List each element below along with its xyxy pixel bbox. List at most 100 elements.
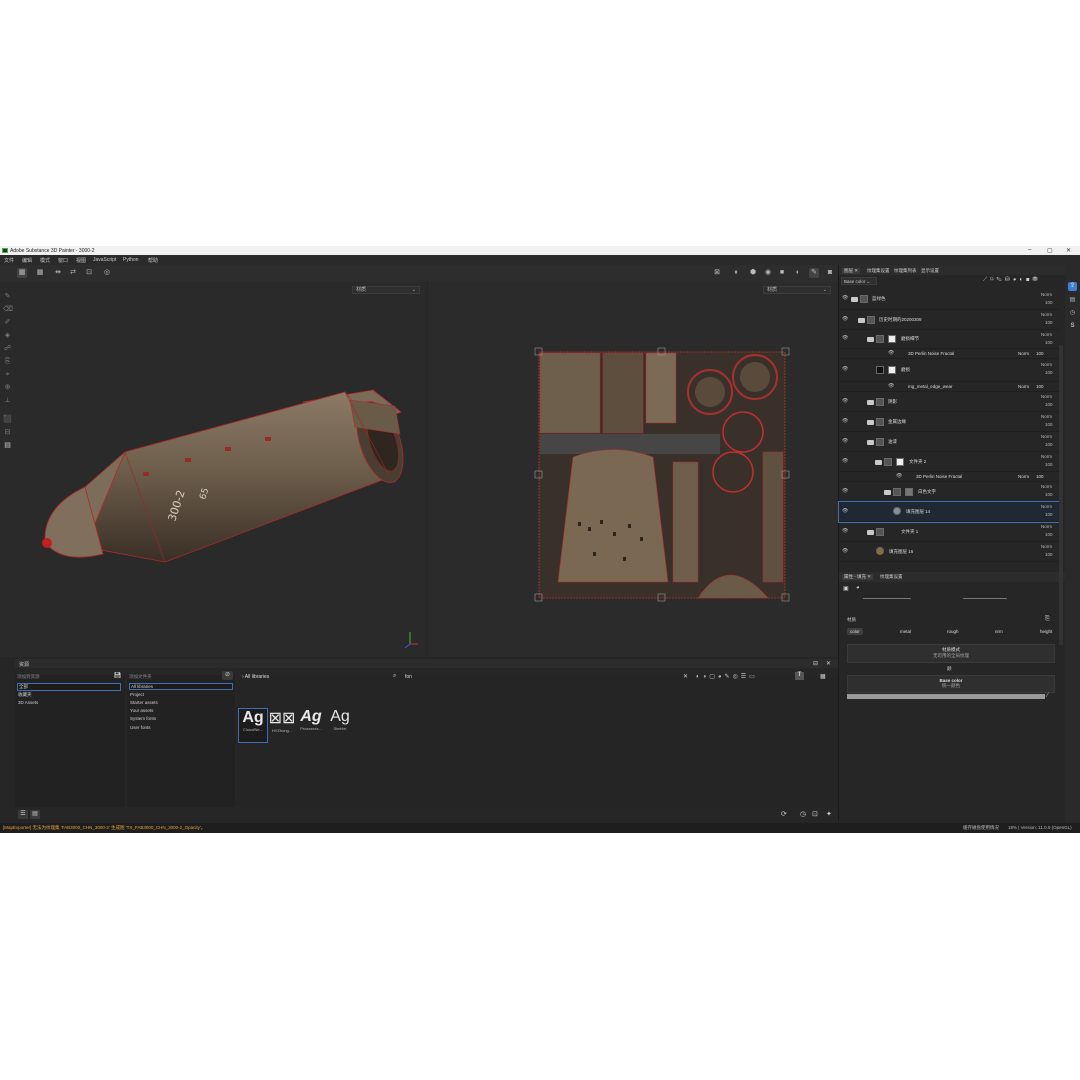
effect-row[interactable]: 👁︎ mg_metal_edge_wear Norm 100 [839,382,1059,392]
brush-icon[interactable]: ✎ [3,292,12,301]
layer-blend[interactable]: Norm [1041,454,1052,459]
viewport-2d-uv[interactable]: 材质 ⌄ [428,282,838,657]
material-picker-icon[interactable]: ⊕ [3,383,12,392]
library-item-user-fonts[interactable]: User fonts [130,725,151,730]
layer-opacity[interactable]: 100 [1045,370,1053,375]
substance-logo-icon[interactable]: S [1068,322,1077,331]
save-icon[interactable]: 💾︎ [114,672,122,679]
viewport-2d-mode-select[interactable]: 材质 ⌄ [763,286,831,294]
visibility-eye-icon[interactable]: 👁︎ [842,366,848,372]
settings-icon[interactable]: ✦ [826,810,832,818]
location-item-favorites[interactable]: 收藏夹 [18,692,32,698]
visibility-eye-icon[interactable]: 👁︎ [842,488,848,494]
library-item-project[interactable]: Project [130,692,144,697]
menu-help[interactable]: 帮助 [148,257,158,264]
close-panel-icon[interactable]: ✕ [826,660,831,667]
effect-opacity[interactable]: 100 [1036,351,1044,356]
tab-properties-texture-set[interactable]: 纹理集设置 [880,574,903,580]
frame-icon[interactable]: ⊡ [84,268,94,278]
base-color-button[interactable]: Base color 统一颜色 [847,675,1055,693]
search-input[interactable]: fon [405,674,412,680]
visibility-eye-icon[interactable]: 👁︎ [842,418,848,424]
layer-blend[interactable]: Norm [1041,434,1052,439]
history-clock-icon[interactable]: ◷ [1068,309,1077,318]
effect-opacity[interactable]: 100 [1036,384,1044,389]
material-sphere-icon[interactable]: ◕ [856,585,860,591]
clear-search-icon[interactable]: ✕ [683,673,688,680]
layer-row[interactable]: 👁︎ 磨损 Norm 100 [839,359,1059,382]
layer-opacity[interactable]: 100 [1045,512,1053,517]
font-tile-proxxx[interactable]: Ag Proxxxxxx... [297,708,325,741]
layer-opacity[interactable]: 100 [1045,552,1053,557]
menu-view[interactable]: 视图 [76,257,86,264]
channel-metal[interactable]: metal [897,628,914,635]
folder-view-icon[interactable]: ▤ [30,810,40,819]
swap-icon[interactable]: ⇄ [68,268,78,278]
layer-opacity[interactable]: 100 [1045,402,1053,407]
display-mode-icon[interactable]: ⊠ [712,268,722,278]
share-icon[interactable]: ⇪ [1068,282,1077,291]
library-item-all[interactable]: All libraries [129,683,233,690]
visibility-eye-icon[interactable]: 👁︎ [842,548,848,554]
layer-opacity[interactable]: 100 [1045,532,1053,537]
effect-blend[interactable]: Norm [1018,351,1029,356]
screenshot-icon[interactable]: ◙ [825,268,835,278]
clone-icon[interactable]: ⎘ [3,357,12,366]
minimize-button[interactable]: – [1028,247,1031,253]
layer-row[interactable]: 👁︎ 历史时期的20200309 Norm 100 [839,310,1059,330]
pause-icon[interactable]: ⏸ [731,268,741,278]
asset-type-filter-icons[interactable]: ◐◑▢◕✎◎☰▭ [696,673,758,680]
float-panel-icon[interactable]: ⊟ [813,660,818,667]
symmetry-icon[interactable]: ⇹ [53,268,63,278]
visibility-eye-icon[interactable]: 👁︎ [842,438,848,444]
visibility-eye-icon[interactable]: 👁︎ [842,335,848,341]
camera-reset-icon[interactable]: ◎ [102,268,112,278]
channel-select[interactable]: Base color ⌄ [841,277,877,285]
layer-row[interactable]: 👁︎ 阴影 Norm 100 [839,392,1059,412]
library-item-starter[interactable]: Starter assets [130,700,158,705]
grid-view-icon[interactable]: ▦ [820,673,826,680]
channel-height[interactable]: height [1037,628,1055,635]
base-color-swatch[interactable] [847,694,1045,699]
layer-blend[interactable]: Norm [1041,312,1052,317]
layer-row[interactable]: 👁︎ 磨损细节 Norm 100 [839,330,1059,349]
effect-row[interactable]: 👁︎ 3D Perlin Noise Fractal Norm 100 [839,349,1059,359]
layer-opacity[interactable]: 100 [1045,422,1053,427]
eraser-icon[interactable]: ⌫ [3,305,13,314]
layer-row[interactable]: 👁︎ 油漆 Norm 100 [839,432,1059,452]
bake-icon[interactable]: ⬢ [748,268,758,278]
visibility-eye-icon[interactable]: 👁︎ [842,316,848,322]
layer-row[interactable]: 👁︎ 文件夹 1 Norm 100 [839,522,1059,542]
layer-opacity[interactable]: 100 [1045,300,1053,305]
annotation-icon[interactable]: ⊟ [3,428,12,437]
layer-blend[interactable]: Norm [1041,414,1052,419]
layer-blend[interactable]: Norm [1041,524,1052,529]
menu-javascript[interactable]: JavaScript [93,257,116,263]
breadcrumb-all-libraries[interactable]: › All libraries [242,674,269,680]
geometry-fill-icon[interactable]: ◈ [3,331,12,340]
location-filter-placeholder[interactable]: 添加到资源 [17,674,40,680]
layer-blend[interactable]: Norm [1041,362,1052,367]
hide-icon[interactable]: ⊘ [222,671,233,680]
layout-grid-icon[interactable]: ▦ [17,268,27,278]
panel-scrollbar[interactable] [1059,345,1063,645]
effect-blend[interactable]: Norm [1018,474,1029,479]
tab-texture-set-settings[interactable]: 纹理集设置 [867,268,890,274]
layer-opacity[interactable]: 100 [1045,442,1053,447]
layer-blend[interactable]: Norm [1041,484,1052,489]
layer-row[interactable]: 👁︎ 蓝绿色 Norm 100 [839,289,1059,310]
tab-layers[interactable]: 图层 ✕ [842,268,861,274]
effect-blend[interactable]: Norm [1018,384,1029,389]
layer-blend[interactable]: Norm [1041,504,1052,509]
layer-blend[interactable]: Norm [1041,332,1052,337]
font-filter-icon[interactable]: T [795,672,804,680]
iray-icon[interactable]: ◉ [763,268,773,278]
layer-row[interactable]: 👁︎ 文件夹 2 Norm 100 [839,452,1059,472]
visibility-eye-icon[interactable]: 👁︎ [842,295,848,301]
smudge-icon[interactable]: ☍ [3,344,12,353]
font-tile-simhei[interactable]: Ag SimHei [326,708,354,741]
tab-properties-fill[interactable]: 属性 - 填充 ✕ [842,574,874,580]
book-icon[interactable]: ▤ [1068,296,1077,305]
font-tile-cloud[interactable]: Ag Cloud/Ne... [238,708,268,743]
slider-track[interactable] [863,598,911,599]
